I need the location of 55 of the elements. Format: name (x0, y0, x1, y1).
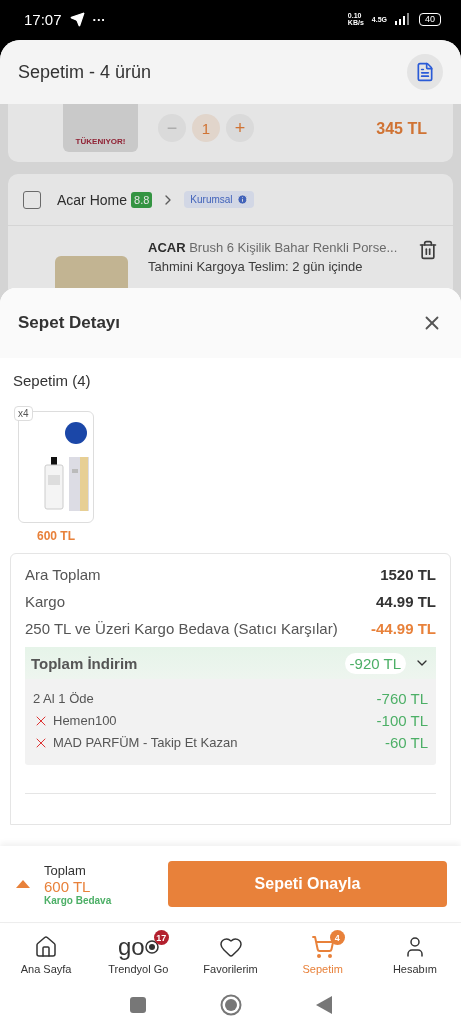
discount-label: MAD PARFÜM - Takip Et Kazan (53, 735, 239, 750)
discount-label: 2 Al 1 Öde (33, 691, 95, 706)
quantity: 1 (192, 114, 220, 142)
go-logo: go (117, 935, 145, 959)
nav-tab[interactable]: Hesabım (368, 923, 461, 986)
delivery-estimate: Tahmini Kargoya Teslim: 2 gün içinde (148, 259, 364, 274)
discount-title: Toplam İndirim (31, 654, 139, 672)
signal-icon (395, 13, 411, 25)
product-title[interactable]: ACAR Brush 6 Kişilik Bahar Renkli Porse... (148, 240, 398, 255)
discount-label: Hemen100 (53, 713, 118, 728)
summary-value: 1520 TL (380, 566, 436, 583)
cart-icon (310, 935, 335, 959)
item-price: 600 TL (37, 529, 75, 543)
discount-value: -760 TL (376, 690, 428, 707)
seller-rating: 8.8 (131, 191, 153, 208)
back-icon[interactable] (315, 996, 332, 1014)
nav-tab[interactable]: Favorilerim (184, 923, 277, 986)
summary-value: 44.99 TL (375, 593, 436, 610)
total-value: 600 TL (44, 877, 92, 895)
telegram-icon (69, 11, 85, 27)
recents-icon[interactable] (129, 997, 146, 1013)
discount-total: -920 TL (344, 652, 406, 674)
summary-label: Kargo (25, 593, 66, 610)
quantity-badge: x4 (14, 406, 33, 421)
document-icon (415, 62, 435, 82)
nav-tab[interactable]: go 17 Trendyol Go (92, 923, 185, 986)
home-icon (34, 935, 59, 959)
item-price: 345 TL (376, 120, 427, 138)
sheet-title: Sepet Detayı (18, 313, 121, 333)
total-label: Toplam (44, 862, 87, 878)
summary-label: Ara Toplam (25, 566, 101, 583)
seller-checkbox[interactable] (23, 190, 41, 209)
heart-icon (218, 935, 243, 959)
info-icon (236, 194, 248, 205)
document-button[interactable] (407, 54, 443, 90)
nav-tab[interactable]: Ana Sayfa (0, 923, 93, 986)
count-badge: 17 (153, 930, 169, 945)
home-button-icon[interactable] (219, 994, 242, 1016)
more-notifications: ··· (92, 11, 106, 27)
seller-name[interactable]: Acar Home (57, 191, 128, 208)
caret-up-icon[interactable] (16, 880, 30, 888)
basket-title: Sepetim (4) (13, 372, 92, 389)
discount-value: -60 TL (384, 734, 428, 751)
discount-value: -100 TL (376, 712, 428, 729)
seller-tag: Kurumsal (184, 191, 254, 208)
battery-level: 40 (419, 12, 441, 26)
trash-icon[interactable] (418, 240, 438, 260)
summary-label: 250 TL ve Üzeri Kargo Bedava (Satıcı Karşılar) (25, 620, 338, 637)
clock: 17:07 (24, 10, 62, 28)
stock-label: TÜKENIYOR! (75, 137, 126, 146)
shipping-note: Kargo Bedava (44, 894, 113, 906)
count-badge: 4 (329, 930, 345, 945)
target-icon (144, 940, 159, 954)
page-title: Sepetim - 4 ürün (18, 61, 152, 83)
summary-value: -44.99 TL (370, 620, 436, 637)
